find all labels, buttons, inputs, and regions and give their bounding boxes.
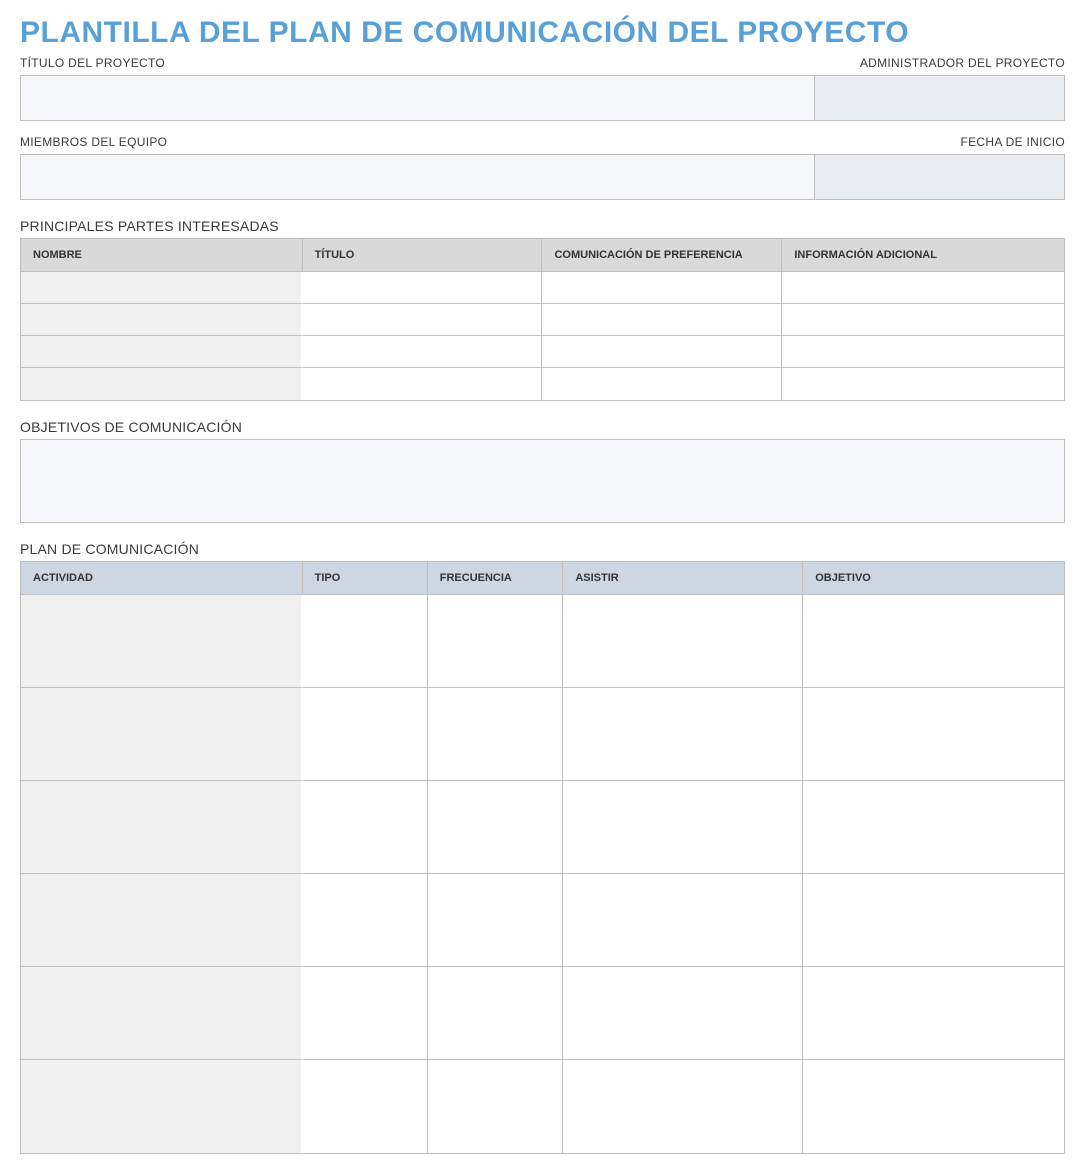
plan-actividad-input[interactable] xyxy=(21,967,301,1059)
stake-pref-input[interactable] xyxy=(542,272,781,303)
plan-actividad-input[interactable] xyxy=(21,874,301,966)
stake-col-nombre: NOMBRE xyxy=(21,239,303,272)
plan-asistir-input[interactable] xyxy=(563,595,802,687)
table-row xyxy=(21,874,1064,967)
stake-titulo-input[interactable] xyxy=(303,368,542,400)
table-row xyxy=(21,368,1064,400)
team-input[interactable] xyxy=(21,155,814,199)
plan-frecuencia-input[interactable] xyxy=(428,1060,563,1153)
table-row xyxy=(21,781,1064,874)
plan-actividad-input[interactable] xyxy=(21,1060,301,1153)
plan-asistir-input[interactable] xyxy=(563,1060,802,1153)
plan-asistir-input[interactable] xyxy=(563,781,802,873)
stake-info-input[interactable] xyxy=(782,368,1064,400)
header-row-1: TÍTULO DEL PROYECTO ADMINISTRADOR DEL PR… xyxy=(20,56,1065,73)
plan-tipo-input[interactable] xyxy=(303,595,427,687)
plan-title: PLAN DE COMUNICACIÓN xyxy=(20,541,1065,557)
plan-frecuencia-input[interactable] xyxy=(428,967,563,1059)
plan-tipo-input[interactable] xyxy=(303,874,427,966)
stake-nombre-input[interactable] xyxy=(21,336,301,367)
table-row xyxy=(21,336,1064,368)
table-row xyxy=(21,272,1064,304)
objectives-input[interactable] xyxy=(20,439,1065,523)
plan-col-tipo: TIPO xyxy=(303,562,428,595)
stakeholders-table: NOMBRE TÍTULO COMUNICACIÓN DE PREFERENCI… xyxy=(20,238,1065,401)
stakeholders-title: PRINCIPALES PARTES INTERESADAS xyxy=(20,218,1065,234)
stake-info-input[interactable] xyxy=(782,336,1064,367)
stake-col-info: INFORMACIÓN ADICIONAL xyxy=(782,239,1064,272)
stake-nombre-input[interactable] xyxy=(21,368,301,400)
header-band-1 xyxy=(20,75,1065,121)
team-label: MIEMBROS DEL EQUIPO xyxy=(20,135,814,149)
plan-objetivo-input[interactable] xyxy=(803,874,1064,966)
plan-objetivo-input[interactable] xyxy=(803,967,1064,1059)
stake-info-input[interactable] xyxy=(782,304,1064,335)
plan-actividad-input[interactable] xyxy=(21,688,301,780)
plan-objetivo-input[interactable] xyxy=(803,688,1064,780)
plan-col-objetivo: OBJETIVO xyxy=(803,562,1064,595)
plan-tipo-input[interactable] xyxy=(303,967,427,1059)
plan-objetivo-input[interactable] xyxy=(803,1060,1064,1153)
stake-pref-input[interactable] xyxy=(542,368,781,400)
plan-frecuencia-input[interactable] xyxy=(428,595,563,687)
header-band-2 xyxy=(20,154,1065,200)
plan-table: ACTIVIDAD TIPO FRECUENCIA ASISTIR OBJETI… xyxy=(20,561,1065,1154)
plan-tipo-input[interactable] xyxy=(303,781,427,873)
stake-nombre-input[interactable] xyxy=(21,304,301,335)
project-title-label: TÍTULO DEL PROYECTO xyxy=(20,56,814,70)
header-row-2: MIEMBROS DEL EQUIPO FECHA DE INICIO xyxy=(20,135,1065,152)
start-date-input[interactable] xyxy=(814,155,1064,199)
plan-col-frecuencia: FRECUENCIA xyxy=(428,562,564,595)
plan-objetivo-input[interactable] xyxy=(803,781,1064,873)
plan-asistir-input[interactable] xyxy=(563,874,802,966)
table-row xyxy=(21,967,1064,1060)
plan-asistir-input[interactable] xyxy=(563,967,802,1059)
stake-nombre-input[interactable] xyxy=(21,272,301,303)
plan-col-asistir: ASISTIR xyxy=(563,562,803,595)
table-row xyxy=(21,304,1064,336)
stake-pref-input[interactable] xyxy=(542,336,781,367)
stake-info-input[interactable] xyxy=(782,272,1064,303)
table-row xyxy=(21,595,1064,688)
admin-label: ADMINISTRADOR DEL PROYECTO xyxy=(814,56,1065,70)
objectives-title: OBJETIVOS DE COMUNICACIÓN xyxy=(20,419,1065,435)
stake-titulo-input[interactable] xyxy=(303,272,542,303)
plan-frecuencia-input[interactable] xyxy=(428,688,563,780)
stake-titulo-input[interactable] xyxy=(303,304,542,335)
admin-input[interactable] xyxy=(814,76,1064,120)
project-title-input[interactable] xyxy=(21,76,814,120)
plan-frecuencia-input[interactable] xyxy=(428,781,563,873)
plan-frecuencia-input[interactable] xyxy=(428,874,563,966)
plan-col-actividad: ACTIVIDAD xyxy=(21,562,303,595)
plan-tipo-input[interactable] xyxy=(303,688,427,780)
plan-objetivo-input[interactable] xyxy=(803,595,1064,687)
start-date-label: FECHA DE INICIO xyxy=(814,135,1065,149)
plan-tipo-input[interactable] xyxy=(303,1060,427,1153)
page-title: PLANTILLA DEL PLAN DE COMUNICACIÓN DEL P… xyxy=(20,16,1065,50)
table-row xyxy=(21,688,1064,781)
plan-asistir-input[interactable] xyxy=(563,688,802,780)
plan-actividad-input[interactable] xyxy=(21,595,301,687)
stake-titulo-input[interactable] xyxy=(303,336,542,367)
stake-col-pref: COMUNICACIÓN DE PREFERENCIA xyxy=(542,239,782,272)
plan-actividad-input[interactable] xyxy=(21,781,301,873)
stake-col-titulo: TÍTULO xyxy=(303,239,543,272)
stake-pref-input[interactable] xyxy=(542,304,781,335)
table-row xyxy=(21,1060,1064,1153)
